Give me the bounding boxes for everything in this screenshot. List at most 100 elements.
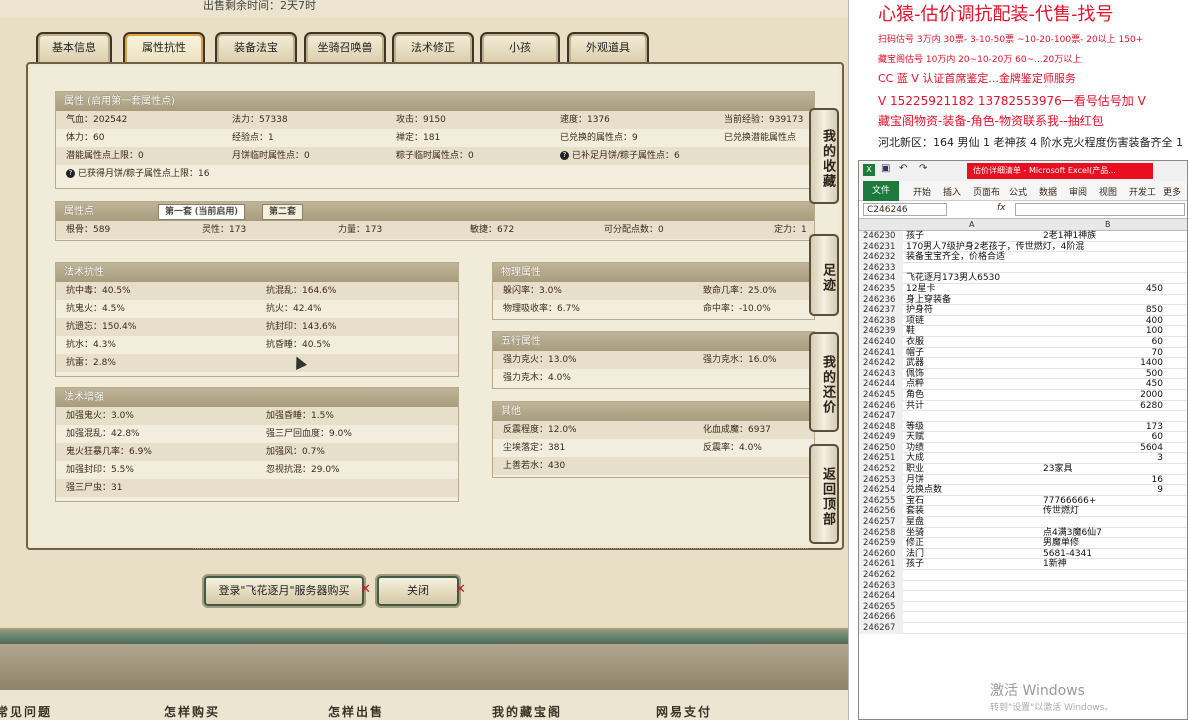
ribbon-page-layout[interactable]: 页面布 xyxy=(973,185,1000,198)
table-row[interactable]: 246261 孩子 1新神 xyxy=(859,559,1187,570)
cell-b-text[interactable]: 传世燃灯 xyxy=(1043,506,1079,517)
tab-basic-info[interactable]: 基本信息 xyxy=(36,32,112,64)
table-row[interactable]: 246247 xyxy=(859,411,1187,422)
cell-b-text[interactable]: 1新神 xyxy=(1043,559,1067,570)
cell-a[interactable]: 星盘 xyxy=(906,517,924,528)
table-row[interactable]: 246243 佩饰 500 xyxy=(859,368,1187,380)
cell-a[interactable]: 等级 xyxy=(906,422,924,433)
cell-a[interactable]: 孩子 xyxy=(906,559,924,570)
tab-appearance[interactable]: 外观道具 xyxy=(567,32,649,64)
column-b-header[interactable]: B xyxy=(1105,220,1111,229)
back-to-top-button[interactable]: 返回顶部 xyxy=(809,444,839,544)
cell-a[interactable]: 套装 xyxy=(906,506,924,517)
cell-b-text[interactable]: 男魔单修 xyxy=(1043,538,1079,549)
cell-b-number[interactable]: 16 xyxy=(1043,475,1163,486)
table-row[interactable]: 246252 职业 23家具 xyxy=(859,464,1187,475)
table-row[interactable]: 246242 武器 1400 xyxy=(859,358,1187,369)
cell-a[interactable]: 佩饰 xyxy=(906,369,924,380)
cell-b-number[interactable]: 9 xyxy=(1043,485,1163,496)
ribbon-more[interactable]: 更多 xyxy=(1163,185,1181,198)
cell-a[interactable]: 项链 xyxy=(906,316,924,327)
cell-b-number[interactable]: 2000 xyxy=(1043,390,1163,401)
table-row[interactable]: 246251 大成 3 xyxy=(859,453,1187,465)
table-row[interactable]: 246265 xyxy=(859,601,1187,613)
cell-b-text[interactable]: 点4满3魔6仙7 xyxy=(1043,528,1102,539)
table-row[interactable]: 246255 宝石 77766666+ xyxy=(859,495,1187,507)
cell-b-number[interactable]: 6280 xyxy=(1043,401,1163,412)
login-buy-button[interactable]: 登录"飞花逐月"服务器购买 xyxy=(204,576,364,606)
my-offers-button[interactable]: 我的还价 xyxy=(809,332,839,432)
cell-a[interactable]: 宝石 xyxy=(906,496,924,507)
cell-a[interactable]: 12星卡 xyxy=(906,284,935,295)
cell-a[interactable]: 帽子 xyxy=(906,348,924,359)
column-a-header[interactable]: A xyxy=(969,220,974,229)
cell-b-text[interactable]: 2老1神1神族 xyxy=(1043,231,1096,242)
table-row[interactable]: 246260 法门 5681-4341 xyxy=(859,548,1187,560)
close-button[interactable]: 关闭 xyxy=(377,576,459,606)
cell-b-number[interactable]: 70 xyxy=(1043,348,1163,359)
ribbon-developer[interactable]: 开发工 xyxy=(1129,185,1156,198)
table-row[interactable]: 246234 飞花逐月173男人6530 xyxy=(859,273,1187,284)
ribbon-formulas[interactable]: 公式 xyxy=(1009,185,1027,198)
tab-points-set-2[interactable]: 第二套 xyxy=(262,204,304,220)
cell-b-text[interactable]: 77766666+ xyxy=(1043,496,1096,507)
cell-a[interactable]: 天赋 xyxy=(906,432,924,443)
cell-a[interactable]: 飞花逐月173男人6530 xyxy=(906,273,1000,284)
table-row[interactable]: 246254 兑换点数 9 xyxy=(859,485,1187,496)
cell-b-number[interactable]: 173 xyxy=(1043,422,1163,433)
cell-a[interactable]: 武器 xyxy=(906,358,924,369)
table-row[interactable]: 246248 等级 173 xyxy=(859,421,1187,433)
tab-attributes-resist[interactable]: 属性抗性 xyxy=(123,32,205,64)
cell-a[interactable]: 孩子 xyxy=(906,231,924,242)
cell-a[interactable]: 坐骑 xyxy=(906,528,924,539)
cell-b-text[interactable]: 23家具 xyxy=(1043,464,1072,475)
cell-a[interactable]: 170男人7级护身2老孩子，传世燃灯，4阶混 xyxy=(906,242,1084,253)
table-row[interactable]: 246240 衣服 60 xyxy=(859,336,1187,348)
table-row[interactable]: 246235 12星卡 450 xyxy=(859,283,1187,295)
table-row[interactable]: 246237 护身符 850 xyxy=(859,305,1187,316)
table-row[interactable]: 246249 天赋 60 xyxy=(859,432,1187,443)
table-row[interactable]: 246246 共计 6280 xyxy=(859,400,1187,412)
cell-b-number[interactable]: 5604 xyxy=(1043,443,1163,454)
cell-a[interactable]: 大成 xyxy=(906,453,924,464)
ribbon-view[interactable]: 视图 xyxy=(1099,185,1117,198)
cell-b-number[interactable]: 850 xyxy=(1043,305,1163,316)
table-row[interactable]: 246253 月饼 16 xyxy=(859,474,1187,486)
cell-b-number[interactable]: 1400 xyxy=(1043,358,1163,369)
table-row[interactable]: 246264 xyxy=(859,591,1187,602)
table-row[interactable]: 246230 孩子 2老1神1神族 xyxy=(859,231,1187,242)
table-row[interactable]: 246239 鞋 100 xyxy=(859,326,1187,337)
tab-points-set-1[interactable]: 第一套 (当前启用) xyxy=(158,204,245,220)
cell-b-number[interactable]: 100 xyxy=(1043,326,1163,337)
cell-a[interactable]: 共计 xyxy=(906,401,924,412)
cell-a[interactable]: 法门 xyxy=(906,549,924,560)
cell-b-number[interactable]: 400 xyxy=(1043,316,1163,327)
table-row[interactable]: 246263 xyxy=(859,580,1187,592)
undo-icon[interactable]: ↶ xyxy=(899,163,907,174)
table-row[interactable]: 246250 功绩 5604 xyxy=(859,442,1187,454)
footprint-button[interactable]: 足迹 xyxy=(809,234,839,316)
ribbon-review[interactable]: 审阅 xyxy=(1069,185,1087,198)
table-row[interactable]: 246257 星盘 xyxy=(859,517,1187,528)
footer-link-faq[interactable]: 常见问题 xyxy=(0,703,52,720)
cell-b-number[interactable]: 500 xyxy=(1043,369,1163,380)
table-row[interactable]: 246238 项链 400 xyxy=(859,315,1187,327)
table-row[interactable]: 246266 xyxy=(859,612,1187,623)
cell-a[interactable]: 鞋 xyxy=(906,326,915,337)
fx-icon[interactable]: fx xyxy=(997,203,1006,213)
cell-a[interactable]: 点粹 xyxy=(906,379,924,390)
footer-link-my-cangbaoge[interactable]: 我的藏宝阁 xyxy=(492,703,562,720)
ribbon-home[interactable]: 开始 xyxy=(913,185,931,198)
cell-a[interactable]: 职业 xyxy=(906,464,924,475)
cell-a[interactable]: 功绩 xyxy=(906,443,924,454)
table-row[interactable]: 246241 帽子 70 xyxy=(859,347,1187,359)
ribbon-file[interactable]: 文件 xyxy=(863,181,899,201)
footer-link-netease-pay[interactable]: 网易支付 xyxy=(656,703,712,720)
tab-mounts-pets[interactable]: 坐骑召唤兽 xyxy=(304,32,386,64)
table-row[interactable]: 246233 xyxy=(859,262,1187,274)
save-icon[interactable]: ▣ xyxy=(881,163,890,174)
cell-a[interactable]: 修正 xyxy=(906,538,924,549)
table-row[interactable]: 246236 身上穿装备 xyxy=(859,294,1187,306)
question-icon[interactable]: ? xyxy=(66,169,75,178)
cell-b-number[interactable]: 450 xyxy=(1043,379,1163,390)
